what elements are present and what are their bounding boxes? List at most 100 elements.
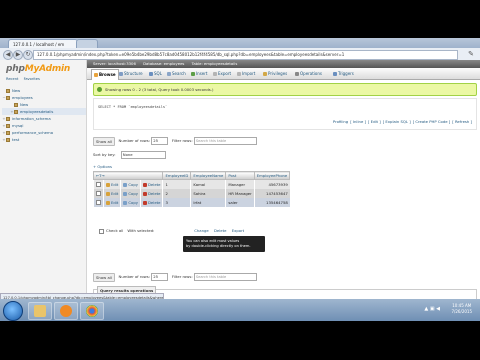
edit-link[interactable]: Edit xyxy=(102,179,121,189)
tab-label: Structure xyxy=(124,71,143,76)
edit-link[interactable]: Edit xyxy=(102,189,121,198)
edit-link-label: Edit xyxy=(111,191,119,196)
taskbar-chrome-icon[interactable] xyxy=(80,302,104,320)
reload-button[interactable]: ↻ xyxy=(23,50,33,60)
delete-link[interactable]: Delete xyxy=(139,189,163,198)
taskbar-media-icon[interactable] xyxy=(54,302,78,320)
tab-label: Import xyxy=(242,71,256,76)
column-header-employeeid[interactable]: EmployeeID xyxy=(162,171,192,180)
sql-tool-link[interactable]: [ Inline ] xyxy=(350,119,366,124)
delete-link[interactable]: Delete xyxy=(139,179,163,189)
edit-link-label: Edit xyxy=(111,182,119,187)
filter-input[interactable]: Search this table xyxy=(193,137,257,145)
tree-item-label: information_schema xyxy=(12,116,51,121)
sql-tool-link[interactable]: [ Create PHP Code ] xyxy=(413,119,451,124)
copy-link-label: Copy xyxy=(128,191,138,196)
column-header-post[interactable]: Post xyxy=(225,171,255,180)
edit-link-icon xyxy=(106,191,110,196)
delete-link-icon xyxy=(143,200,147,205)
sql-tool-link[interactable]: [ Refresh ] xyxy=(452,119,472,124)
copy-link[interactable]: Copy xyxy=(120,189,141,198)
taskbar-explorer-icon[interactable] xyxy=(28,302,52,320)
delete-link[interactable]: Delete xyxy=(139,198,163,207)
tree-item[interactable]: + performance_schema xyxy=(2,129,86,136)
row-checkbox[interactable] xyxy=(96,182,101,188)
row-checkbox[interactable] xyxy=(96,200,101,206)
tree-item[interactable]: New xyxy=(2,87,86,94)
sql-tool-link[interactable]: [ Edit ] xyxy=(368,119,381,124)
options-link[interactable]: + Options xyxy=(93,164,112,169)
export-selected-link[interactable]: Export xyxy=(232,228,244,233)
delete-link-icon xyxy=(143,182,147,187)
column-arrows[interactable]: ←T→ xyxy=(92,171,164,180)
phpmyadmin-logo[interactable]: phpMyAdmin xyxy=(6,64,70,74)
tab-insert[interactable]: Insert xyxy=(191,69,207,79)
breadcrumb-server[interactable]: Server: localhost:3306 xyxy=(93,61,136,66)
success-message: Showing rows 0 - 2 (3 total, Query took … xyxy=(93,83,477,96)
tab-operations[interactable]: Operations xyxy=(295,69,322,79)
cell-post: saler xyxy=(225,198,255,207)
column-header-employeename[interactable]: EmployeeName xyxy=(190,171,227,180)
tree-item[interactable]: − employees xyxy=(2,94,86,101)
check-all-checkbox[interactable] xyxy=(99,228,104,234)
show-all-button[interactable]: Show all xyxy=(93,136,115,146)
profiling-checkbox-label[interactable]: Profiling xyxy=(333,119,348,124)
rows-select-bottom[interactable]: 25 xyxy=(151,273,169,281)
recent-link[interactable]: Recent xyxy=(6,77,18,81)
tab-import[interactable]: Import xyxy=(237,69,255,79)
sort-row: Sort by key: None xyxy=(93,151,166,159)
show-all-button-bottom[interactable]: Show all xyxy=(93,272,115,282)
tab-structure[interactable]: Structure xyxy=(119,69,143,79)
cell-employeename: Kamal xyxy=(190,179,226,189)
tab-sql-icon xyxy=(149,71,153,76)
tab-sql[interactable]: SQL xyxy=(149,69,162,79)
tab-browse[interactable]: Browse xyxy=(91,69,119,80)
back-button[interactable]: ◀ xyxy=(3,50,13,60)
rows-label: Number of rows: xyxy=(118,138,151,143)
clock-date: 7/26/2015 xyxy=(451,309,472,314)
filter-label-bottom: Filter rows: xyxy=(171,274,193,279)
sort-select[interactable]: None xyxy=(120,151,166,159)
copy-link[interactable]: Copy xyxy=(120,179,141,189)
check-all-label[interactable]: Check all xyxy=(106,228,123,233)
tab-export[interactable]: Export xyxy=(213,69,231,79)
delete-link-icon xyxy=(143,191,147,196)
change-selected-link[interactable]: Change xyxy=(194,228,209,233)
taskbar-clock[interactable]: 10:45 AM 7/26/2015 xyxy=(451,303,472,315)
tab-label: Browse xyxy=(99,72,116,77)
edit-link-icon xyxy=(106,182,110,187)
tab-export-icon xyxy=(213,71,217,76)
copy-link-icon xyxy=(123,200,128,205)
forward-button[interactable]: ▶ xyxy=(13,50,23,60)
filter-input-bottom[interactable]: Search this table xyxy=(193,273,257,281)
tree-item[interactable]: + employeesdetails xyxy=(2,108,86,115)
copy-link-label: Copy xyxy=(128,182,138,187)
tree-item[interactable]: + mysql xyxy=(2,122,86,129)
tree-item[interactable]: + test xyxy=(2,136,86,143)
system-tray[interactable]: ▲ ▣ ◀ xyxy=(424,306,440,312)
tab-search[interactable]: Search xyxy=(167,69,186,79)
database-tree: New − employees New + employeesdetails + inform… xyxy=(2,87,86,143)
delete-selected-link[interactable]: Delete xyxy=(214,228,226,233)
sql-tool-link[interactable]: [ Explain SQL ] xyxy=(383,119,411,124)
url-input[interactable]: 127.0.0.1/phpmyadmin/index.php?token=e09… xyxy=(33,50,458,60)
database-icon xyxy=(6,131,10,135)
breadcrumb-database[interactable]: Database: employees xyxy=(143,61,184,66)
favorites-link[interactable]: Favorites xyxy=(24,77,40,81)
tree-item[interactable]: New xyxy=(2,101,86,108)
tab-label: Search xyxy=(172,71,186,76)
copy-link[interactable]: Copy xyxy=(120,198,141,207)
row-checkbox[interactable] xyxy=(96,191,101,197)
breadcrumb-table[interactable]: Table: employeesdetails xyxy=(192,61,238,66)
tab-privileges[interactable]: Privileges xyxy=(263,69,287,79)
tree-item[interactable]: + information_schema xyxy=(2,115,86,122)
cell-post: HR Manager xyxy=(225,189,255,198)
rows-select[interactable]: 25 xyxy=(151,137,169,145)
tree-item-label: test xyxy=(12,137,20,142)
start-button[interactable] xyxy=(3,301,23,321)
browser-menu-icon[interactable]: ✎ xyxy=(468,50,474,58)
tab-triggers[interactable]: Triggers xyxy=(333,69,354,79)
database-icon xyxy=(14,110,18,114)
edit-link[interactable]: Edit xyxy=(102,198,121,207)
column-header-employeephone[interactable]: EmployeePhone xyxy=(253,171,291,180)
